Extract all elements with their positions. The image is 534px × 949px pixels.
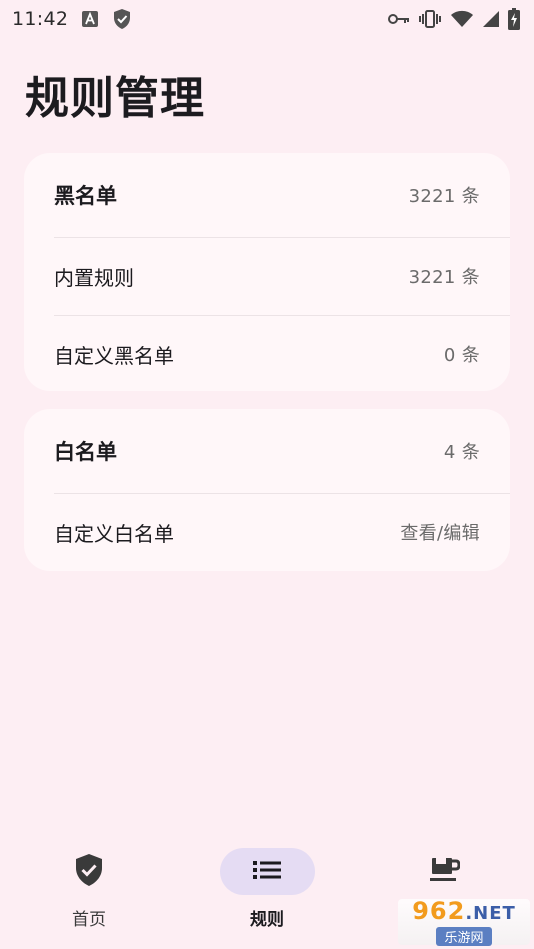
key-icon (388, 12, 410, 26)
whitelist-title: 白名单 (54, 440, 117, 464)
status-time: 11:42 (12, 8, 69, 30)
nav-item-home[interactable]: 首页 (0, 840, 178, 949)
blacklist-title: 黑名单 (54, 184, 117, 208)
whitelist-card: 白名单 4 条 自定义白名单 查看/编辑 (24, 409, 510, 571)
page-title: 规则管理 (25, 73, 205, 124)
battery-charging-icon (508, 8, 520, 30)
builtin-rules-count: 3221 条 (408, 267, 480, 288)
coffee-cup-icon (430, 856, 461, 888)
status-bar: 11:42 (0, 0, 534, 38)
signal-icon (482, 10, 500, 28)
blacklist-count: 3221 条 (408, 186, 480, 207)
watermark-top: 962.NET (412, 896, 516, 925)
blacklist-card: 黑名单 3221 条 内置规则 3221 条 自定义黑名单 0 条 (24, 153, 510, 391)
builtin-rules-row[interactable]: 内置规则 3221 条 (24, 237, 510, 315)
text-recognition-icon (80, 9, 100, 29)
shield-check-icon (112, 8, 132, 30)
vibrate-icon (418, 9, 442, 29)
watermark-logo: 962.NET 乐游网 (398, 896, 530, 946)
wifi-icon (450, 10, 474, 28)
custom-whitelist-label: 自定义白名单 (54, 521, 174, 546)
builtin-rules-label: 内置规则 (54, 265, 134, 290)
nav-pill-coffee (398, 848, 493, 895)
nav-pill-rules (219, 848, 315, 895)
nav-pill-home (42, 848, 137, 895)
list-icon (253, 859, 281, 885)
custom-blacklist-row[interactable]: 自定义黑名单 0 条 (24, 315, 510, 391)
nav-item-rules[interactable]: 规则 (178, 840, 356, 949)
status-left: 11:42 (12, 8, 132, 30)
status-right (388, 8, 520, 30)
view-edit-link[interactable]: 查看/编辑 (400, 519, 480, 545)
shield-check-icon (74, 853, 104, 891)
nav-label-home: 首页 (72, 910, 106, 930)
custom-blacklist-label: 自定义黑名单 (54, 343, 174, 368)
blacklist-header: 黑名单 3221 条 (24, 153, 510, 237)
nav-label-rules: 规则 (250, 910, 284, 930)
whitelist-header: 白名单 4 条 (24, 409, 510, 493)
whitelist-count: 4 条 (443, 442, 480, 463)
custom-whitelist-row[interactable]: 自定义白名单 查看/编辑 (24, 493, 510, 571)
custom-blacklist-count: 0 条 (443, 345, 480, 366)
watermark-bottom: 乐游网 (436, 926, 492, 946)
screen: 11:42 规则管理 黑名单 3221 条 内置规则 3221 条 自定义黑名单… (0, 0, 534, 949)
